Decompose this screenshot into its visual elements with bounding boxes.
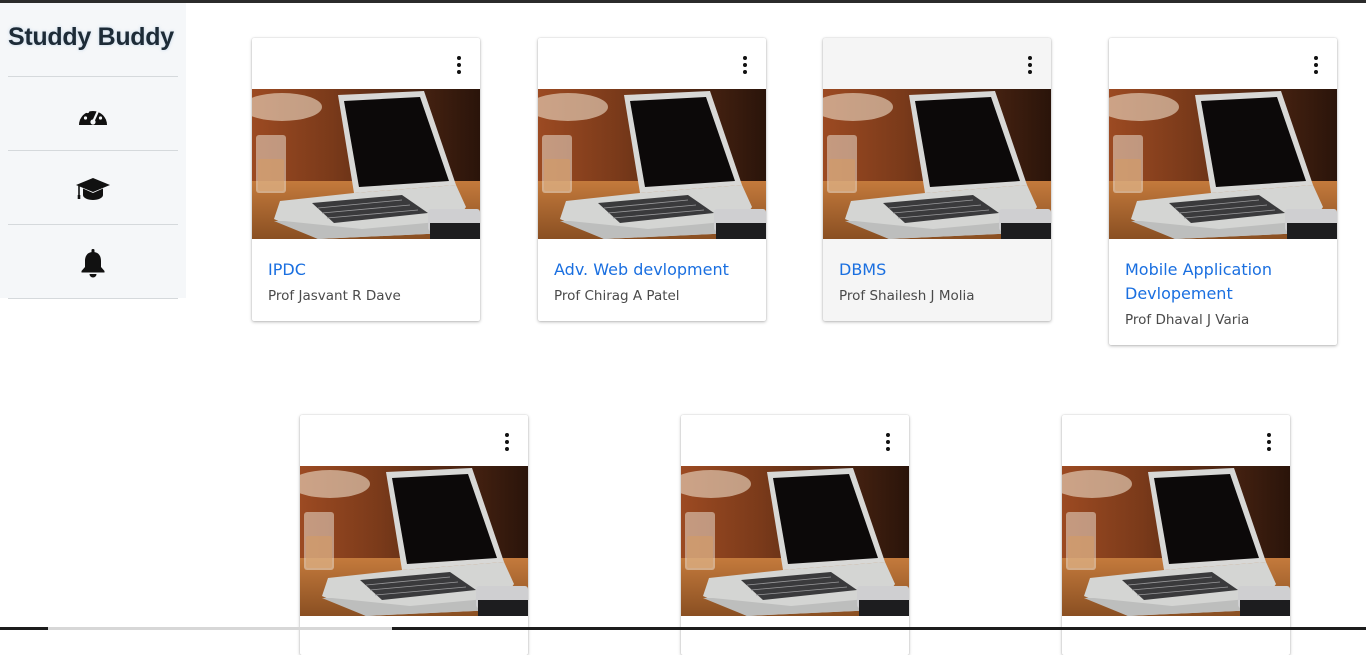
- top-border: [0, 0, 1366, 3]
- course-card[interactable]: [1062, 415, 1290, 655]
- course-card[interactable]: Mobile Application Devlopement Prof Dhav…: [1109, 38, 1337, 345]
- course-card[interactable]: Adv. Web devlopment Prof Chirag A Patel: [538, 38, 766, 321]
- course-professor: Prof Dhaval J Varia: [1125, 312, 1250, 328]
- sidebar-divider: [8, 150, 178, 151]
- course-image: [1109, 89, 1337, 239]
- course-image: [823, 89, 1051, 239]
- course-title[interactable]: IPDC: [268, 258, 468, 282]
- course-card[interactable]: [681, 415, 909, 655]
- more-vertical-icon[interactable]: [1309, 56, 1323, 74]
- course-professor: Prof Chirag A Patel: [554, 288, 680, 304]
- sidebar-item-courses[interactable]: [8, 152, 178, 225]
- sidebar: Studdy Buddy: [0, 3, 186, 299]
- more-vertical-icon[interactable]: [452, 56, 466, 74]
- more-vertical-icon[interactable]: [500, 433, 514, 451]
- sidebar-divider: [8, 224, 178, 225]
- course-image: [538, 89, 766, 239]
- course-image: [681, 466, 909, 616]
- course-image: [300, 466, 528, 616]
- more-vertical-icon[interactable]: [1023, 56, 1037, 74]
- speedometer-icon: [79, 106, 107, 125]
- more-vertical-icon[interactable]: [738, 56, 752, 74]
- sidebar-divider: [8, 76, 178, 77]
- course-title[interactable]: Mobile Application Devlopement: [1125, 258, 1325, 306]
- course-title[interactable]: Adv. Web devlopment: [554, 258, 754, 282]
- course-card[interactable]: [300, 415, 528, 655]
- course-professor: Prof Shailesh J Molia: [839, 288, 975, 304]
- sidebar-divider: [8, 298, 178, 299]
- course-image: [252, 89, 480, 239]
- bell-icon: [81, 248, 105, 277]
- sidebar-item-notifications[interactable]: [8, 226, 178, 299]
- course-card[interactable]: IPDC Prof Jasvant R Dave: [252, 38, 480, 321]
- app-brand[interactable]: Studdy Buddy: [8, 23, 178, 52]
- course-card[interactable]: DBMS Prof Shailesh J Molia: [823, 38, 1051, 321]
- course-image: [1062, 466, 1290, 616]
- course-professor: Prof Jasvant R Dave: [268, 288, 401, 304]
- graduation-cap-icon: [76, 177, 110, 200]
- course-title[interactable]: DBMS: [839, 258, 1039, 282]
- more-vertical-icon[interactable]: [1262, 433, 1276, 451]
- more-vertical-icon[interactable]: [881, 433, 895, 451]
- sidebar-item-dashboard[interactable]: [8, 78, 178, 151]
